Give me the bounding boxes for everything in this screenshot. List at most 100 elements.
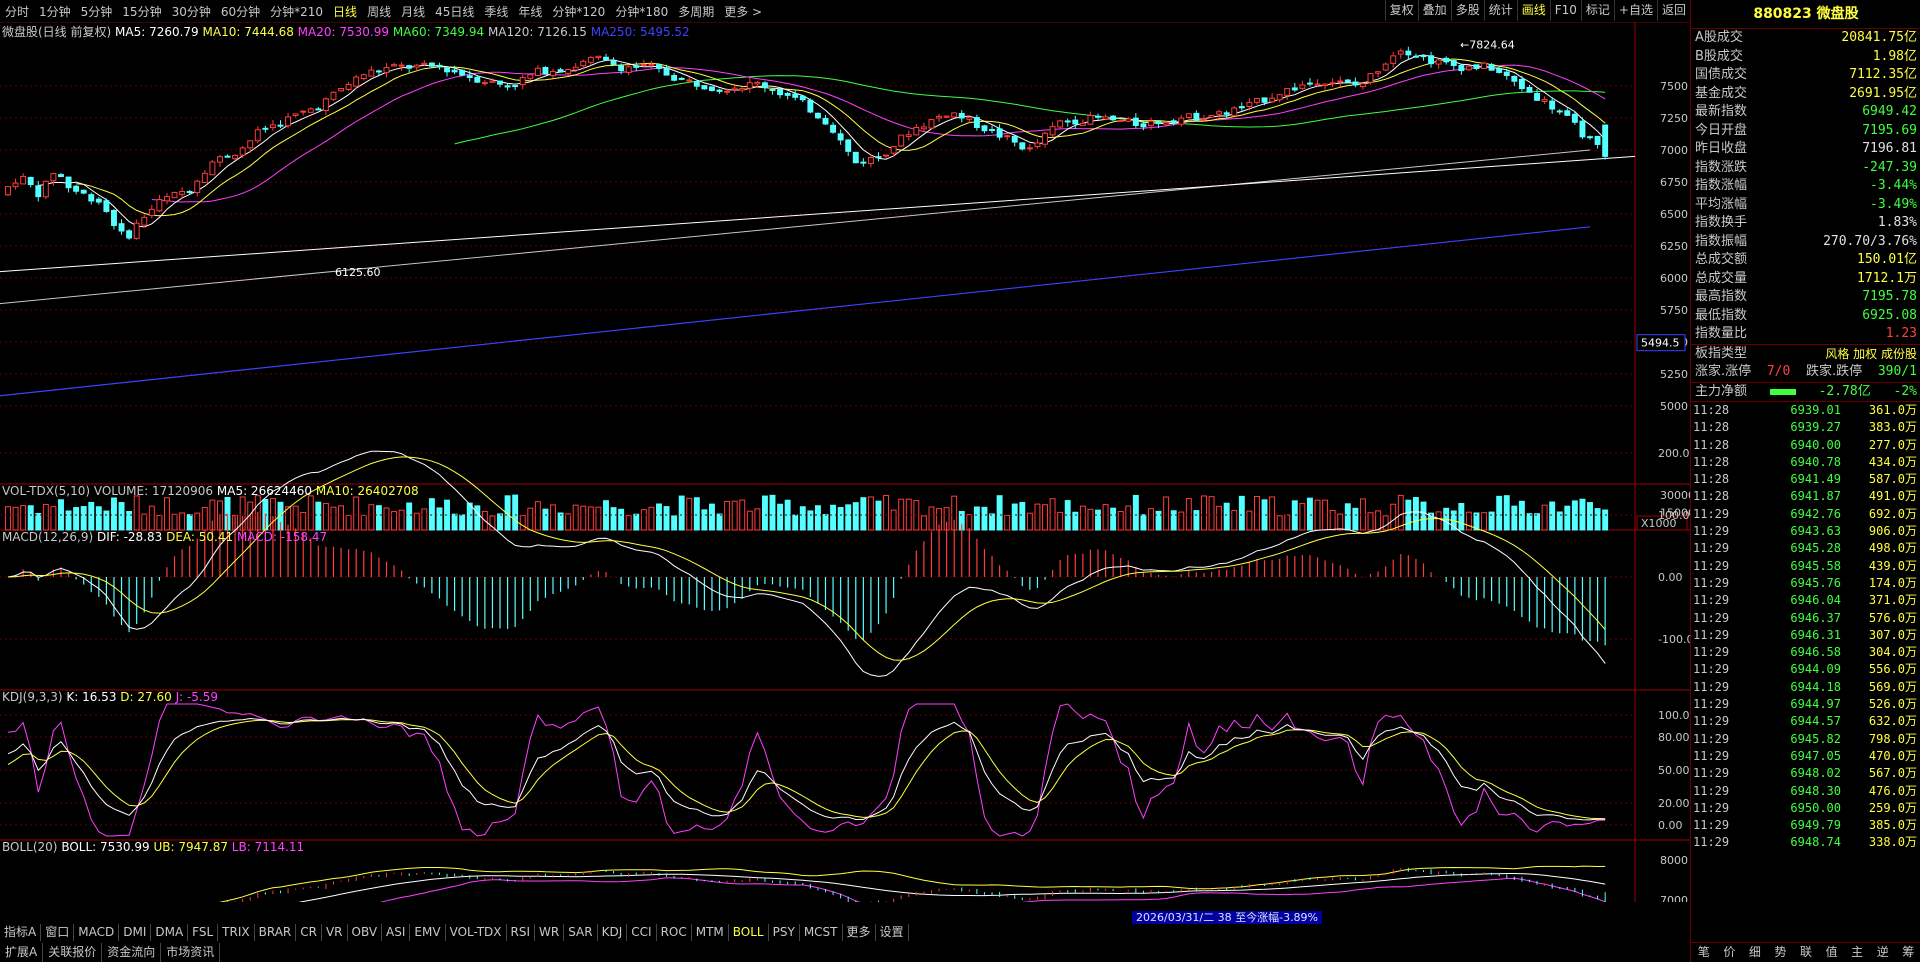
kline-chart-area[interactable]: 7500725070006750650062506000575055005250…	[0, 22, 1690, 902]
board-type-values[interactable]: 风格 加权 成份股	[1825, 345, 1917, 364]
timeframe-4[interactable]: 30分钟	[167, 3, 216, 20]
candle-body	[232, 154, 239, 160]
quote-tab-1[interactable]: 价	[1717, 943, 1743, 962]
timeframe-1[interactable]: 1分钟	[34, 3, 76, 20]
timeframe-0[interactable]: 分时	[0, 3, 34, 20]
indicator-tab-13[interactable]: VOL-TDX	[446, 924, 507, 941]
timeframe-6[interactable]: 分钟*210	[265, 3, 328, 20]
volume-bar	[1382, 515, 1389, 531]
bottom-tab-1[interactable]: 关联报价	[43, 943, 103, 962]
timeframe-2[interactable]: 5分钟	[76, 3, 118, 20]
tool-button-1[interactable]: 叠加	[1417, 0, 1451, 21]
volume-bar	[20, 505, 27, 531]
indicator-tab-16[interactable]: SAR	[564, 924, 598, 941]
tool-button-6[interactable]: 标记	[1580, 0, 1614, 21]
quote-tab-2[interactable]: 细	[1742, 943, 1768, 962]
quote-row: 总成交额 150.01亿	[1691, 251, 1920, 270]
quote-label: A股成交	[1695, 30, 1743, 45]
bottom-tab-0[interactable]: 扩展A	[0, 943, 44, 962]
indicator-tab-20[interactable]: MTM	[692, 924, 729, 941]
indicator-tab-18[interactable]: CCI	[627, 924, 657, 941]
indicator-tabs: 指标A 窗口 MACD DMI DMA FSL TRIX BRAR CR VR OBV ASI EMV V…	[0, 924, 1690, 941]
bottom-tab-2[interactable]: 资金流向	[102, 943, 162, 962]
tool-button-3[interactable]: 统计	[1483, 0, 1517, 21]
indicator-tab-22[interactable]: PSY	[769, 924, 800, 941]
timeframe-13[interactable]: 分钟*120	[547, 3, 610, 20]
timeframe-9[interactable]: 月线	[396, 3, 430, 20]
volume-bar	[1216, 505, 1223, 531]
timeframe-8[interactable]: 周线	[362, 3, 396, 20]
tick-volume: 338.0万	[1868, 835, 1917, 850]
tick-list[interactable]: 11:28 6939.01 361.0万 11:28 6939.27 383.0万 11:2…	[1691, 402, 1920, 852]
indicator-tab-9[interactable]: VR	[322, 924, 348, 941]
timeframe-14[interactable]: 分钟*180	[610, 3, 673, 20]
timeframe-7[interactable]: 日线	[328, 3, 362, 20]
indicator-tab-7[interactable]: BRAR	[255, 924, 297, 941]
indicator-tab-11[interactable]: ASI	[382, 924, 411, 941]
quote-tab-6[interactable]: 主	[1844, 943, 1870, 962]
bottom-tab-3[interactable]: 市场资讯	[161, 943, 221, 962]
candle-body	[1246, 101, 1253, 107]
indicator-tab-21[interactable]: BOLL	[729, 924, 769, 941]
indicator-tab-19[interactable]: ROC	[657, 924, 692, 941]
timeframe-12[interactable]: 年线	[513, 3, 547, 20]
quote-tab-7[interactable]: 逆	[1870, 943, 1896, 962]
indicator-tab-4[interactable]: DMA	[151, 924, 189, 941]
kdj-legend: KDJ(9,3,3) K: 16.53 D: 27.60 J: -5.59	[2, 690, 218, 704]
timeframe-5[interactable]: 60分钟	[216, 3, 265, 20]
timeframe-16[interactable]: 更多 >	[719, 3, 767, 20]
indicator-tab-8[interactable]: CR	[296, 924, 322, 941]
volume-bar	[678, 495, 685, 531]
candle-body	[171, 191, 178, 199]
indicator-tab-10[interactable]: OBV	[348, 924, 383, 941]
candle-body	[633, 65, 640, 68]
volume-bar	[1306, 497, 1313, 531]
indicator-tab-2[interactable]: MACD	[74, 924, 120, 941]
quote-tab-0[interactable]: 笔	[1691, 943, 1717, 962]
timeframe-15[interactable]: 多周期	[673, 3, 719, 20]
volume-bar	[731, 500, 738, 531]
tick-volume: 906.0万	[1868, 524, 1917, 539]
indicator-tab-17[interactable]: KDJ	[598, 924, 628, 941]
volume-bar	[845, 504, 852, 531]
volume-bar	[1564, 505, 1571, 531]
tool-button-0[interactable]: 复权	[1384, 0, 1418, 21]
indicator-tab-0[interactable]: 指标A	[0, 924, 42, 941]
quote-row: 最低指数 6925.08	[1691, 307, 1920, 326]
tool-button-8[interactable]: 返回	[1656, 0, 1690, 21]
indicator-tab-1[interactable]: 窗口	[41, 924, 75, 941]
quote-value: 6949.42	[1862, 104, 1917, 119]
indicator-tab-14[interactable]: RSI	[507, 924, 536, 941]
tool-button-7[interactable]: +自选	[1613, 0, 1657, 21]
indicator-tab-5[interactable]: FSL	[188, 924, 219, 941]
tick-time: 11:28	[1693, 472, 1730, 487]
timeframe-3[interactable]: 15分钟	[117, 3, 166, 20]
quote-tab-4[interactable]: 联	[1793, 943, 1819, 962]
tool-button-5[interactable]: F10	[1549, 0, 1581, 21]
tool-button-4[interactable]: 画线	[1516, 0, 1550, 21]
timeframe-10[interactable]: 45日线	[430, 3, 479, 20]
candle-body	[398, 64, 405, 67]
indicator-tab-25[interactable]: 设置	[876, 924, 909, 941]
volume-title: VOL-TDX(5,10)	[2, 484, 91, 498]
candle-body	[822, 117, 829, 125]
indicator-tab-3[interactable]: DMI	[119, 924, 152, 941]
quote-value: 1712.1万	[1857, 270, 1917, 286]
indicator-tab-12[interactable]: EMV	[410, 924, 446, 941]
indicator-tab-6[interactable]: TRIX	[218, 924, 255, 941]
candle-body	[1571, 113, 1578, 123]
indicator-tab-24[interactable]: 更多	[843, 924, 876, 941]
indicator-tab-23[interactable]: MCST	[800, 924, 843, 941]
tick-volume: 434.0万	[1868, 454, 1917, 469]
indicator-tab-15[interactable]: WR	[535, 924, 565, 941]
tick-volume: 470.0万	[1868, 748, 1917, 763]
tool-button-2[interactable]: 多股	[1450, 0, 1484, 21]
volume-bar	[322, 502, 329, 531]
timeframe-11[interactable]: 季线	[479, 3, 513, 20]
quote-value: 7195.69	[1862, 122, 1917, 138]
tick-price: 6939.27	[1790, 420, 1841, 435]
quote-tab-5[interactable]: 值	[1819, 943, 1845, 962]
quote-tab-8[interactable]: 筹	[1896, 943, 1920, 962]
tick-time: 11:29	[1693, 748, 1730, 763]
quote-tab-3[interactable]: 势	[1768, 943, 1794, 962]
